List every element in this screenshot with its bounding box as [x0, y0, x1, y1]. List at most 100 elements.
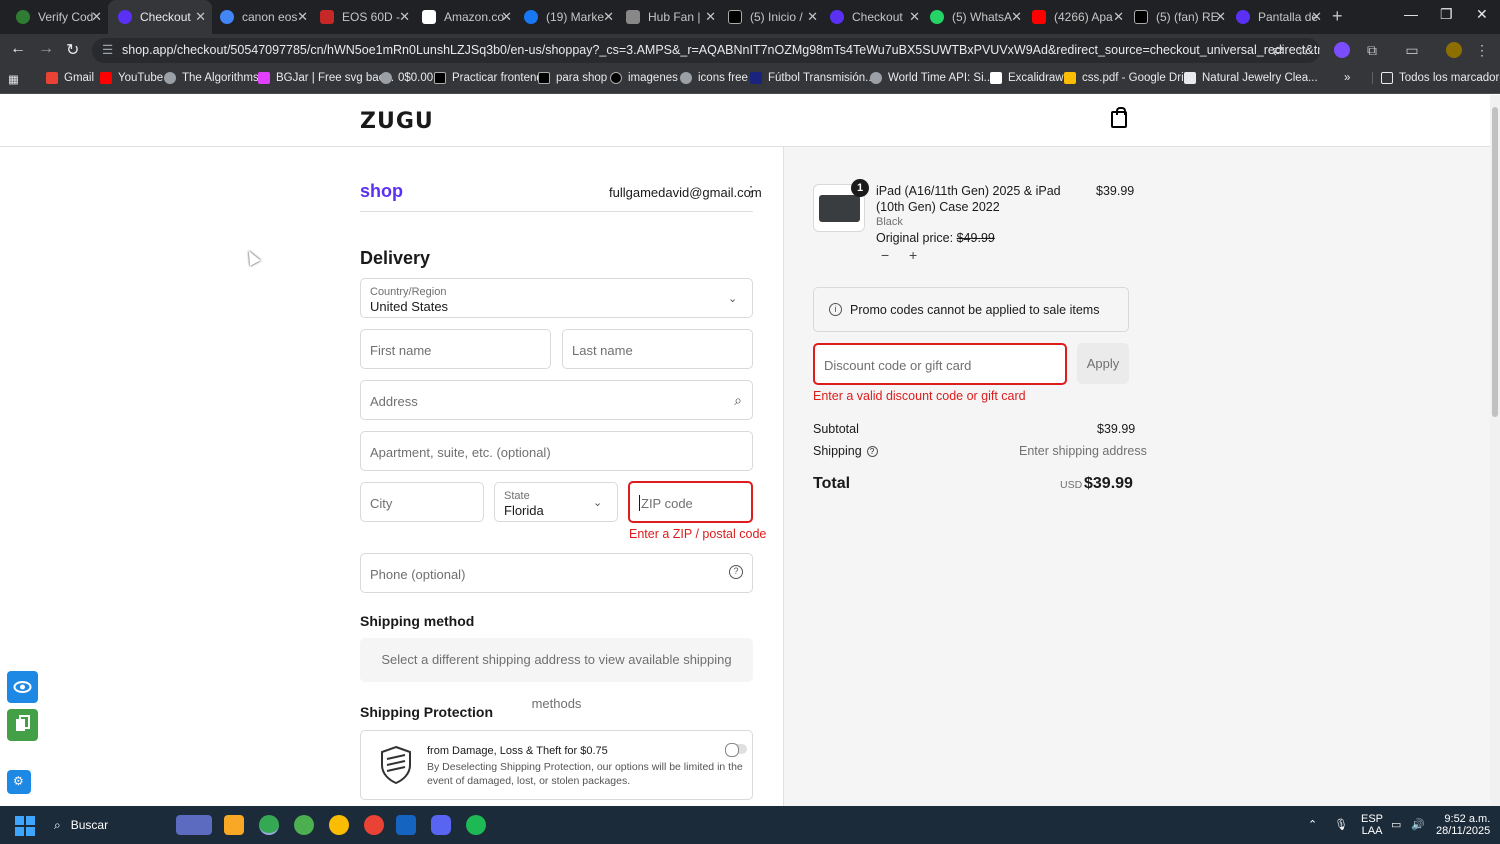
tab-youtube[interactable]: (4266) Apa ✕ — [1028, 0, 1130, 34]
star-icon[interactable]: ☆ — [1295, 42, 1311, 58]
eye-extension-icon[interactable] — [7, 671, 38, 703]
close-icon[interactable]: ✕ — [195, 9, 206, 25]
bookmark-practicar[interactable]: Practicar frontend — [434, 72, 543, 84]
country-select[interactable]: Country/Region United States ⌄ — [360, 278, 753, 318]
amazon-icon — [422, 10, 436, 24]
last-name-field[interactable]: Last name — [562, 329, 753, 369]
city-field[interactable]: City — [360, 482, 484, 522]
apartment-field[interactable]: Apartment, suite, etc. (optional) — [360, 431, 753, 471]
tray-chevron-icon[interactable]: ⌃ — [1308, 818, 1317, 831]
discount-code-field[interactable]: Discount code or gift card — [813, 343, 1067, 385]
site-info-icon[interactable]: ☰ — [102, 38, 113, 63]
extension-icon[interactable] — [1334, 42, 1350, 58]
help-icon[interactable]: ? — [866, 446, 878, 457]
language-indicator[interactable]: ESP LAA — [1361, 813, 1383, 837]
apply-button[interactable]: Apply — [1077, 343, 1129, 384]
chrome-icon[interactable] — [364, 815, 384, 835]
bookmark-world-time[interactable]: World Time API: Si... — [870, 72, 993, 84]
bookmark-css-pdf[interactable]: css.pdf - Google Dri... — [1064, 72, 1193, 84]
state-select[interactable]: State Florida ⌄ — [494, 482, 618, 522]
new-tab-plus-icon[interactable]: + — [1332, 6, 1343, 27]
bookmark-para-shop[interactable]: para shop — [538, 72, 607, 84]
tab-amazon[interactable]: Amazon.co ✕ — [416, 0, 518, 34]
translate-icon[interactable]: ⇄ — [1270, 42, 1286, 58]
bookmarks-more[interactable]: » — [1344, 72, 1350, 84]
window-close-icon[interactable]: ✕ — [1476, 6, 1488, 23]
bookmark-icons-free[interactable]: icons free — [680, 72, 748, 84]
restore-icon[interactable]: ❐ — [1440, 6, 1453, 23]
volume-icon[interactable]: 🔊 — [1411, 818, 1425, 831]
help-icon[interactable]: ? — [729, 565, 743, 579]
close-icon[interactable]: ✕ — [1311, 9, 1322, 25]
bookmark-0[interactable]: 0$0.00 — [380, 72, 433, 84]
bookmark-gmail[interactable]: Gmail — [46, 72, 94, 84]
close-icon[interactable]: ✕ — [297, 9, 308, 25]
minimize-icon[interactable]: — — [1404, 6, 1418, 22]
menu-dots-icon[interactable]: ⋮ — [1474, 42, 1490, 58]
page-scrollbar[interactable] — [1490, 95, 1500, 806]
account-menu-icon[interactable]: ⋮ — [744, 183, 758, 200]
chrome-icon[interactable] — [259, 815, 279, 835]
address-bar[interactable]: ☰ shop.app/checkout/50547097785/cn/hWN5o… — [92, 38, 1320, 63]
shopping-bag-icon[interactable] — [1111, 107, 1127, 128]
microphone-icon[interactable]: 🎙 — [1334, 818, 1348, 831]
chrome-icon[interactable] — [294, 815, 314, 835]
apps-grid-icon[interactable]: ▦ — [8, 72, 19, 86]
protection-toggle[interactable] — [725, 743, 747, 757]
tab-marketplace[interactable]: (19) Marke ✕ — [518, 0, 620, 34]
decrease-quantity-button[interactable]: − — [881, 247, 889, 263]
spotify-icon[interactable] — [466, 815, 486, 835]
puzzle-icon[interactable]: ⧉ — [1364, 42, 1380, 58]
tab-canon-eos[interactable]: canon eos ✕ — [212, 0, 314, 34]
zip-field[interactable]: ZIP code — [628, 481, 753, 523]
bookmark-bgjar[interactable]: BGJar | Free svg bac... — [258, 72, 394, 84]
all-bookmarks[interactable]: Todos los marcadores — [1372, 72, 1500, 84]
bookmark-youtube[interactable]: YouTube — [100, 72, 163, 84]
bookmark-excalidraw[interactable]: Excalidraw — [990, 72, 1064, 84]
forward-arrow-icon[interactable]: → — [38, 40, 54, 58]
tab-verify-code[interactable]: Verify Cod ✕ — [8, 0, 108, 34]
close-icon[interactable]: ✕ — [501, 9, 512, 25]
bookmark-natural-jewelry[interactable]: Natural Jewelry Clea... — [1184, 72, 1318, 84]
bookmark-imagenes[interactable]: imagenes — [610, 72, 678, 84]
store-logo[interactable]: ZUGU — [360, 109, 434, 134]
phone-field[interactable]: Phone (optional) ? — [360, 553, 753, 593]
reload-icon[interactable]: ↻ — [66, 40, 79, 60]
copy-extension-icon[interactable] — [7, 709, 38, 741]
cast-icon[interactable]: ▭ — [1404, 42, 1420, 58]
tab-checkout-active[interactable]: Checkout ✕ — [108, 0, 212, 34]
tab-pantalla[interactable]: Pantalla de ✕ — [1232, 0, 1328, 34]
avatar[interactable] — [1446, 42, 1462, 58]
tab-x-inicio[interactable]: (5) Inicio / ✕ — [722, 0, 824, 34]
file-explorer-icon[interactable] — [224, 815, 244, 835]
app-icon[interactable] — [396, 815, 416, 835]
network-icon[interactable]: ▭ — [1391, 818, 1401, 831]
close-icon[interactable]: ✕ — [399, 9, 410, 25]
close-icon[interactable]: ✕ — [91, 9, 102, 25]
scrollbar-thumb[interactable] — [1492, 107, 1498, 417]
tab-checkout-2[interactable]: Checkout ✕ — [824, 0, 926, 34]
back-arrow-icon[interactable]: ← — [10, 40, 26, 58]
close-icon[interactable]: ✕ — [807, 9, 818, 25]
address-field[interactable]: Address ⌕ — [360, 380, 753, 420]
close-icon[interactable]: ✕ — [705, 9, 716, 25]
close-icon[interactable]: ✕ — [1215, 9, 1226, 25]
close-icon[interactable]: ✕ — [1113, 9, 1124, 25]
tab-whatsapp[interactable]: (5) WhatsA ✕ — [926, 0, 1028, 34]
clock[interactable]: 9:52 a.m. 28/11/2025 — [1436, 813, 1490, 837]
close-icon[interactable]: ✕ — [603, 9, 614, 25]
original-price: Original price: $49.99 — [876, 231, 995, 245]
windows-start-icon[interactable] — [15, 816, 35, 836]
close-icon[interactable]: ✕ — [909, 9, 920, 25]
discord-icon[interactable] — [431, 815, 451, 835]
chrome-icon[interactable] — [329, 815, 349, 835]
settings-extension-icon[interactable]: ⚙ — [7, 770, 31, 794]
tab-x-fan[interactable]: (5) (fan) RE ✕ — [1130, 0, 1232, 34]
bookmark-algorithms[interactable]: The Algorithms — [164, 72, 259, 84]
first-name-field[interactable]: First name — [360, 329, 551, 369]
increase-quantity-button[interactable]: + — [909, 247, 917, 263]
bookmark-futbol[interactable]: Fútbol Transmisión... — [750, 72, 875, 84]
close-icon[interactable]: ✕ — [1011, 9, 1022, 25]
tab-hub-fan[interactable]: Hub Fan | ✕ — [620, 0, 722, 34]
tab-eos-60d[interactable]: EOS 60D - ✕ — [314, 0, 416, 34]
